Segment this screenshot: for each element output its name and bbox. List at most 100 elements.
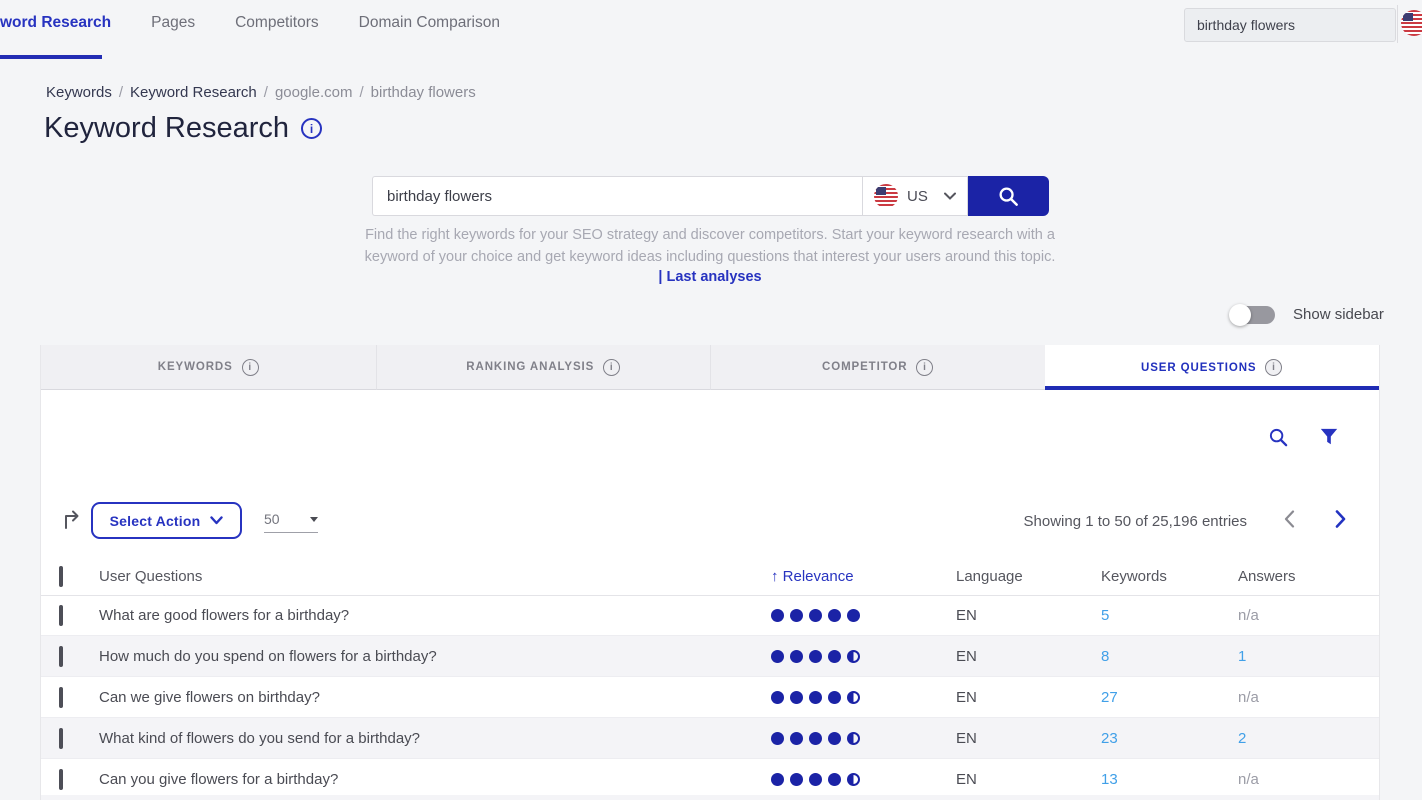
- screen: word Research Pages Competitors Domain Comp…: [0, 0, 1422, 800]
- breadcrumb-item[interactable]: Keywords: [46, 84, 112, 101]
- breadcrumb-separator: /: [360, 84, 364, 101]
- table-header: User Questions ↑ Relevance Language Keyw…: [41, 557, 1379, 596]
- info-icon[interactable]: i: [301, 118, 322, 139]
- us-flag-icon: [874, 184, 898, 208]
- caret-down-icon: [310, 517, 318, 522]
- country-code: US: [907, 188, 935, 205]
- answers-na-text: n/a: [1238, 689, 1259, 706]
- top-nav: word Research Pages Competitors Domain Comp…: [0, 0, 500, 46]
- relevance-dots: [771, 732, 956, 745]
- info-icon[interactable]: i: [916, 359, 933, 376]
- page-title-row: Keyword Research i: [44, 112, 322, 145]
- table-row: What kind of flowers do you send for a b…: [41, 718, 1379, 759]
- language-cell: EN: [956, 607, 1101, 624]
- relevance-dot-full: [771, 732, 784, 745]
- nav-item[interactable]: Competitors: [235, 14, 319, 32]
- next-page-button[interactable]: [1335, 510, 1346, 528]
- relevance-dot-full: [790, 773, 803, 786]
- question-text: What are good flowers for a birthday?: [99, 607, 771, 624]
- column-header-relevance[interactable]: ↑ Relevance: [771, 568, 956, 585]
- sort-up-icon: ↑: [771, 568, 779, 585]
- row-checkbox[interactable]: [59, 728, 63, 749]
- info-icon[interactable]: i: [603, 359, 620, 376]
- table-row: Can we give flowers on birthday?EN27n/a: [41, 677, 1379, 718]
- keyword-input[interactable]: [372, 176, 862, 216]
- keywords-count-link[interactable]: 27: [1101, 689, 1118, 706]
- tab-user-questions[interactable]: USER QUESTIONSi: [1045, 345, 1380, 390]
- breadcrumb-item[interactable]: birthday flowers: [371, 84, 476, 101]
- select-action-label: Select Action: [110, 513, 201, 529]
- table-row: How much do you spend on flowers for a b…: [41, 636, 1379, 677]
- column-header-answers: Answers: [1238, 568, 1379, 585]
- column-header-keywords: Keywords: [1101, 568, 1238, 585]
- relevance-dot-full: [809, 773, 822, 786]
- row-checkbox[interactable]: [59, 769, 63, 790]
- search-icon: [1268, 427, 1289, 448]
- showing-entries-text: Showing 1 to 50 of 25,196 entries: [1024, 513, 1248, 530]
- table-row: What are good flowers for a birthday? EN5…: [41, 595, 1379, 636]
- global-search-input[interactable]: [1185, 17, 1395, 33]
- relevance-dot-full: [790, 609, 803, 622]
- show-sidebar-toggle[interactable]: [1231, 306, 1275, 324]
- search-button[interactable]: [968, 176, 1049, 216]
- select-all-checkbox[interactable]: [59, 566, 63, 587]
- breadcrumb-item[interactable]: google.com: [275, 84, 353, 101]
- row-checkbox[interactable]: [59, 646, 63, 667]
- page-size-select[interactable]: 50: [264, 506, 318, 533]
- divider: [1397, 5, 1398, 43]
- tab-label: KEYWORDS: [158, 361, 233, 373]
- tab-keywords[interactable]: KEYWORDS i: [41, 345, 376, 390]
- nav-item[interactable]: word Research: [0, 14, 111, 32]
- previous-page-button[interactable]: [1284, 510, 1295, 528]
- relevance-dot-full: [771, 609, 784, 622]
- table-search-button[interactable]: [1268, 427, 1289, 448]
- chevron-down-icon: [210, 516, 223, 525]
- filter-icon: [1319, 427, 1339, 447]
- question-text: How much do you spend on flowers for a b…: [99, 648, 771, 665]
- keywords-count-link[interactable]: 8: [1101, 648, 1109, 665]
- chevron-left-icon: [1284, 510, 1295, 528]
- relevance-dot-full: [790, 691, 803, 704]
- relevance-dot-half: [847, 650, 860, 663]
- answers-na-text: n/a: [1238, 771, 1259, 788]
- search-icon: [997, 185, 1020, 208]
- language-cell: EN: [956, 771, 1101, 788]
- export-button[interactable]: [61, 508, 84, 536]
- relevance-dot-half: [847, 773, 860, 786]
- us-flag-icon[interactable]: [1401, 10, 1422, 36]
- filter-button[interactable]: [1319, 427, 1339, 448]
- tab-ranking-analysis[interactable]: RANKING ANALYSISi: [376, 345, 711, 390]
- column-header-user-questions: User Questions: [99, 568, 771, 585]
- tab-competitor[interactable]: COMPETITOR i: [710, 345, 1045, 390]
- relevance-dots: [771, 650, 956, 663]
- select-action-button[interactable]: Select Action: [91, 502, 242, 539]
- last-analyses-link[interactable]: | Last analyses: [360, 269, 1060, 285]
- table-body: What are good flowers for a birthday?EN5…: [41, 595, 1379, 800]
- nav-item[interactable]: Pages: [151, 14, 195, 32]
- keywords-count-link[interactable]: 23: [1101, 730, 1118, 747]
- global-search: [1184, 8, 1396, 42]
- relevance-dot-full: [809, 609, 822, 622]
- row-checkbox[interactable]: [59, 687, 63, 708]
- answers-count-link[interactable]: 1: [1238, 648, 1246, 665]
- country-select[interactable]: US: [862, 176, 968, 216]
- answers-na-text: n/a: [1238, 607, 1259, 624]
- keywords-count-link[interactable]: 13: [1101, 771, 1118, 788]
- relevance-dot-full: [790, 650, 803, 663]
- language-cell: EN: [956, 730, 1101, 747]
- row-checkbox[interactable]: [59, 605, 63, 626]
- chevron-down-icon: [944, 192, 956, 200]
- info-icon[interactable]: i: [1265, 359, 1282, 376]
- breadcrumb: Keywords/Keyword Research/google.com/bir…: [46, 84, 476, 101]
- question-text: Can you give flowers for a birthday?: [99, 771, 771, 788]
- breadcrumb-item[interactable]: Keyword Research: [130, 84, 257, 101]
- nav-item[interactable]: Domain Comparison: [359, 14, 500, 32]
- page-size-value: 50: [264, 511, 280, 527]
- show-sidebar-label: Show sidebar: [1293, 306, 1384, 323]
- helper-text: iFind the right keywords for your SEO st…: [360, 224, 1060, 268]
- keywords-count-link[interactable]: 5: [1101, 607, 1109, 624]
- info-icon[interactable]: i: [242, 359, 259, 376]
- tab-label: COMPETITOR: [822, 361, 907, 373]
- answers-count-link[interactable]: 2: [1238, 730, 1246, 747]
- relevance-dot-full: [828, 650, 841, 663]
